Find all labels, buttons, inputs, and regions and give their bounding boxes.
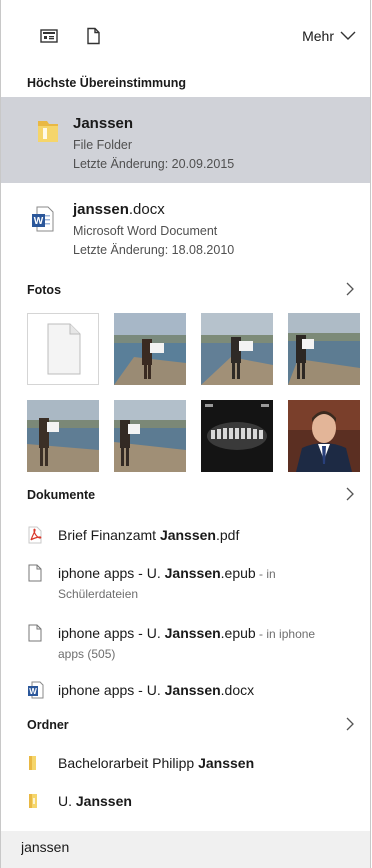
search-input[interactable] <box>21 839 341 855</box>
document-result-name: iphone apps - U. Janssen.epub - in Schüle… <box>58 565 276 601</box>
folder-result-name: U. Janssen <box>58 793 132 809</box>
document-icon[interactable] <box>83 26 103 46</box>
word-document-icon: W <box>31 205 55 238</box>
best-match-document-title: janssen.docx <box>73 201 165 218</box>
document-result[interactable]: Brief Finanzamt Janssen.pdf <box>1 524 370 552</box>
pdf-icon <box>27 526 43 547</box>
photo-thumbnail[interactable] <box>288 400 360 472</box>
chevron-right-icon <box>346 487 354 501</box>
best-match-folder-modified: Letzte Änderung: 20.09.2015 <box>73 157 235 171</box>
document-result-name: iphone apps - U. Janssen.docx <box>58 682 255 698</box>
photo-thumbnail[interactable] <box>114 313 186 385</box>
more-label: Mehr <box>302 28 334 44</box>
folder-result[interactable]: Bachelorarbeit Philipp Janssen <box>1 752 370 780</box>
file-icon <box>27 624 43 645</box>
folder-icon <box>35 117 61 150</box>
photo-thumbnail[interactable] <box>27 400 99 472</box>
photo-thumbnail[interactable] <box>288 313 360 385</box>
best-match-folder[interactable]: Janssen File Folder Letzte Änderung: 20.… <box>1 97 370 183</box>
toolbar: Mehr <box>1 0 370 66</box>
svg-text:W: W <box>29 687 37 696</box>
best-match-document-modified: Letzte Änderung: 18.08.2010 <box>73 243 235 257</box>
svg-text:W: W <box>34 216 44 227</box>
chevron-down-icon <box>340 31 356 40</box>
best-match-folder-title: Janssen <box>73 115 134 132</box>
search-panel: Mehr Höchste Übereinstimmung Janssen Fil… <box>0 0 371 868</box>
photo-thumbnail[interactable] <box>114 400 186 472</box>
folder-result-name: Bachelorarbeit Philipp Janssen <box>58 755 255 771</box>
document-result[interactable]: iphone apps - U. Janssen.epub - in Schüle… <box>1 562 370 606</box>
photo-thumbnail[interactable] <box>201 400 273 472</box>
best-match-document[interactable]: W janssen.docx Microsoft Word Document L… <box>1 183 370 269</box>
search-box[interactable] <box>1 831 370 868</box>
chevron-right-icon <box>346 717 354 731</box>
blank-file-icon <box>47 323 81 375</box>
document-result[interactable]: W iphone apps - U. Janssen.docx <box>1 679 370 707</box>
folder-icon <box>26 754 40 775</box>
word-document-icon: W <box>27 681 45 702</box>
best-match-document-type: Microsoft Word Document <box>73 224 218 238</box>
folder-result[interactable]: U. Janssen <box>1 790 370 818</box>
best-match-folder-type: File Folder <box>73 138 133 152</box>
file-icon <box>27 564 43 585</box>
folder-icon <box>26 792 40 813</box>
reading-view-icon[interactable] <box>39 26 59 46</box>
document-result-name: iphone apps - U. Janssen.epub - in iphon… <box>58 625 316 661</box>
document-result-name: Brief Finanzamt Janssen.pdf <box>58 527 240 543</box>
chevron-right-icon <box>346 282 354 296</box>
photo-thumbnail[interactable] <box>27 313 99 385</box>
more-dropdown[interactable]: Mehr <box>302 28 356 44</box>
document-result[interactable]: iphone apps - U. Janssen.epub - in iphon… <box>1 622 370 666</box>
photo-thumbnail[interactable] <box>201 313 273 385</box>
